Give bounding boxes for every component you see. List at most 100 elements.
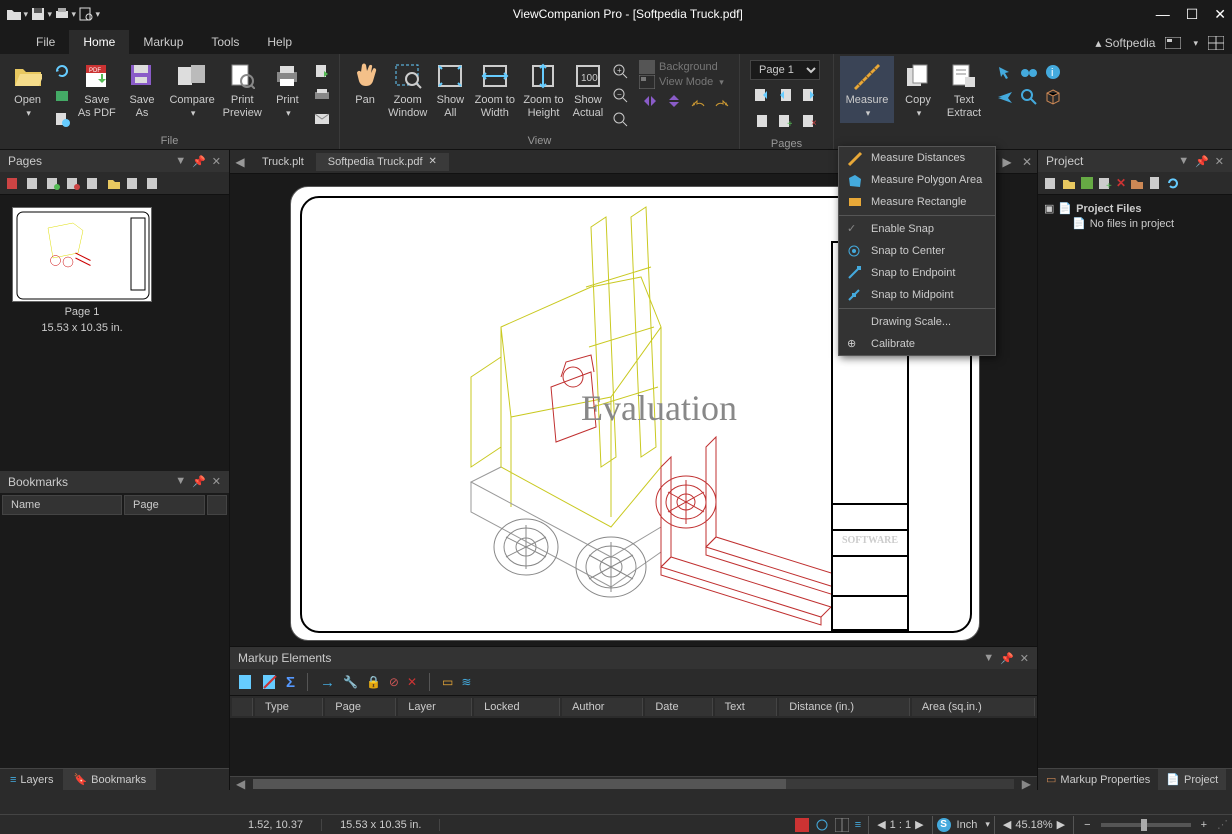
status-icon-layers[interactable]: ≡ bbox=[852, 819, 864, 831]
status-icon-grid[interactable] bbox=[832, 818, 852, 832]
first-page-icon[interactable] bbox=[750, 84, 772, 106]
background-toggle[interactable]: Background bbox=[639, 60, 733, 74]
rotate-right-icon[interactable] bbox=[711, 90, 733, 112]
pages-tool-2[interactable] bbox=[26, 176, 40, 190]
status-zoom-prev[interactable]: ◀ bbox=[999, 818, 1015, 831]
show-all-button[interactable]: ShowAll bbox=[431, 56, 469, 123]
panel-dropdown-icon[interactable]: ▼ bbox=[175, 155, 186, 168]
ribbon-grid-icon[interactable] bbox=[1208, 36, 1224, 50]
tab-home[interactable]: Home bbox=[69, 30, 129, 54]
markup-tool-wrench[interactable]: 🔧 bbox=[343, 675, 358, 689]
markup-tool-note[interactable]: ▭ bbox=[442, 675, 453, 689]
doctab-next[interactable]: ▶ bbox=[997, 155, 1017, 169]
status-zoom-slider[interactable] bbox=[1101, 823, 1191, 827]
markup-tool-sum[interactable]: Σ bbox=[286, 674, 295, 691]
menu-measure-polygon[interactable]: Measure Polygon Area bbox=[839, 169, 995, 191]
status-ratio-next[interactable]: ▶ bbox=[911, 818, 927, 831]
tab-project[interactable]: 📄Project bbox=[1158, 769, 1226, 790]
tool-cube-icon[interactable] bbox=[1042, 86, 1064, 108]
send-icon[interactable] bbox=[311, 108, 333, 130]
measure-button[interactable]: Measure▾ bbox=[840, 56, 894, 123]
tab-file[interactable]: File bbox=[22, 30, 69, 54]
next-page-icon[interactable] bbox=[798, 84, 820, 106]
bookmarks-col-page[interactable]: Page bbox=[124, 495, 205, 515]
zoom-prev-icon[interactable] bbox=[609, 108, 631, 130]
markup-tool-hide[interactable]: ⊘ bbox=[389, 675, 399, 689]
proj-reload-icon[interactable] bbox=[1166, 176, 1180, 190]
remove-page-icon[interactable]: × bbox=[798, 110, 820, 132]
tab-tools[interactable]: Tools bbox=[197, 30, 253, 54]
close-doc-icon[interactable] bbox=[51, 108, 73, 130]
zoom-in-icon[interactable]: + bbox=[609, 60, 631, 82]
view-mode-button[interactable]: View Mode ▾ bbox=[639, 75, 733, 89]
tool-info-icon[interactable]: i bbox=[1042, 61, 1064, 83]
tab-markup-properties[interactable]: ▭Markup Properties bbox=[1038, 769, 1158, 790]
tool-search-icon[interactable] bbox=[1018, 86, 1040, 108]
menu-measure-distances[interactable]: Measure Distances bbox=[839, 147, 995, 169]
menu-snap-endpoint[interactable]: Snap to Endpoint bbox=[839, 262, 995, 284]
markup-tool-arrow[interactable]: → bbox=[320, 674, 335, 691]
compare-button[interactable]: Compare▾ bbox=[166, 56, 219, 123]
ribbon-layout-icon[interactable] bbox=[1165, 37, 1181, 49]
menu-calibrate[interactable]: ⊕Calibrate bbox=[839, 333, 995, 355]
status-unit-icon[interactable]: S bbox=[937, 818, 951, 832]
minimize-button[interactable]: — bbox=[1156, 6, 1170, 23]
panel-close-icon[interactable]: ✕ bbox=[212, 155, 221, 168]
bookmarks-col-name[interactable]: Name bbox=[2, 495, 122, 515]
page-select[interactable]: Page 1 bbox=[750, 60, 820, 80]
pages-tool-1[interactable] bbox=[6, 176, 20, 190]
zoom-window-button[interactable]: ZoomWindow bbox=[386, 56, 429, 123]
reload-icon[interactable] bbox=[51, 60, 73, 82]
status-zoom-in[interactable]: + bbox=[1195, 819, 1213, 831]
pan-button[interactable]: Pan bbox=[346, 56, 384, 111]
show-actual-button[interactable]: 100ShowActual bbox=[569, 56, 607, 123]
proj-open-icon[interactable] bbox=[1062, 176, 1076, 190]
status-resize-grip[interactable]: ⋰ bbox=[1213, 818, 1232, 831]
proj-add-icon[interactable]: + bbox=[1098, 176, 1112, 190]
qat-open-icon[interactable]: ▾ bbox=[6, 3, 28, 25]
text-extract-button[interactable]: TextExtract bbox=[942, 56, 986, 123]
status-ratio-prev[interactable]: ◀ bbox=[873, 818, 889, 831]
save-as-button[interactable]: SaveAs bbox=[120, 56, 163, 123]
print-preview-button[interactable]: PrintPreview bbox=[221, 56, 264, 123]
status-zoom-next[interactable]: ▶ bbox=[1053, 818, 1069, 831]
zoom-to-width-button[interactable]: Zoom toWidth bbox=[471, 56, 518, 123]
proj-doc-icon[interactable] bbox=[1148, 176, 1162, 190]
tab-help[interactable]: Help bbox=[253, 30, 306, 54]
qat-print-icon[interactable]: ▾ bbox=[54, 3, 76, 25]
status-unit[interactable]: Inch bbox=[951, 819, 984, 831]
status-icon-pdf[interactable] bbox=[792, 818, 812, 832]
menu-enable-snap[interactable]: ✓Enable Snap bbox=[839, 218, 995, 240]
qat-preview-icon[interactable]: ▾ bbox=[78, 3, 100, 25]
markup-tool-lock[interactable]: 🔒 bbox=[366, 675, 381, 689]
tree-root[interactable]: ▣📄Project Files bbox=[1044, 201, 1226, 216]
tool-arrow-icon[interactable] bbox=[994, 61, 1016, 83]
batch-convert-icon[interactable] bbox=[311, 60, 333, 82]
maximize-button[interactable]: ☐ bbox=[1186, 6, 1199, 23]
zoom-out-icon[interactable]: − bbox=[609, 84, 631, 106]
pages-tool-4[interactable] bbox=[66, 176, 80, 190]
panel-pin-icon[interactable]: 📌 bbox=[192, 155, 206, 168]
copy-button[interactable]: Copy▾ bbox=[896, 56, 940, 123]
doctab-prev[interactable]: ◀ bbox=[230, 155, 250, 169]
rotate-left-icon[interactable] bbox=[687, 90, 709, 112]
menu-snap-center[interactable]: Snap to Center bbox=[839, 240, 995, 262]
flip-h-icon[interactable] bbox=[639, 90, 661, 112]
menu-snap-midpoint[interactable]: Snap to Midpoint bbox=[839, 284, 995, 306]
last-page-icon[interactable] bbox=[750, 110, 772, 132]
close-button[interactable]: ✕ bbox=[1214, 6, 1226, 23]
status-zoom-out[interactable]: − bbox=[1078, 819, 1096, 831]
recent-icon[interactable] bbox=[51, 84, 73, 106]
tool-binoculars-icon[interactable] bbox=[1018, 61, 1040, 83]
tab-markup[interactable]: Markup bbox=[129, 30, 197, 54]
doctab-1[interactable]: Truck.plt bbox=[250, 153, 316, 171]
pages-tool-5[interactable] bbox=[86, 176, 100, 190]
page-thumbnail[interactable]: Page 1 15.53 x 10.35 in. bbox=[12, 207, 152, 334]
add-page-icon[interactable]: + bbox=[774, 110, 796, 132]
pages-tool-3[interactable] bbox=[46, 176, 60, 190]
tool-plane-icon[interactable] bbox=[994, 86, 1016, 108]
proj-new-icon[interactable] bbox=[1044, 176, 1058, 190]
doctab-2[interactable]: Softpedia Truck.pdf✕ bbox=[316, 153, 449, 171]
pages-tool-6[interactable] bbox=[106, 176, 120, 190]
tab-bookmarks[interactable]: 🔖Bookmarks bbox=[63, 769, 156, 790]
